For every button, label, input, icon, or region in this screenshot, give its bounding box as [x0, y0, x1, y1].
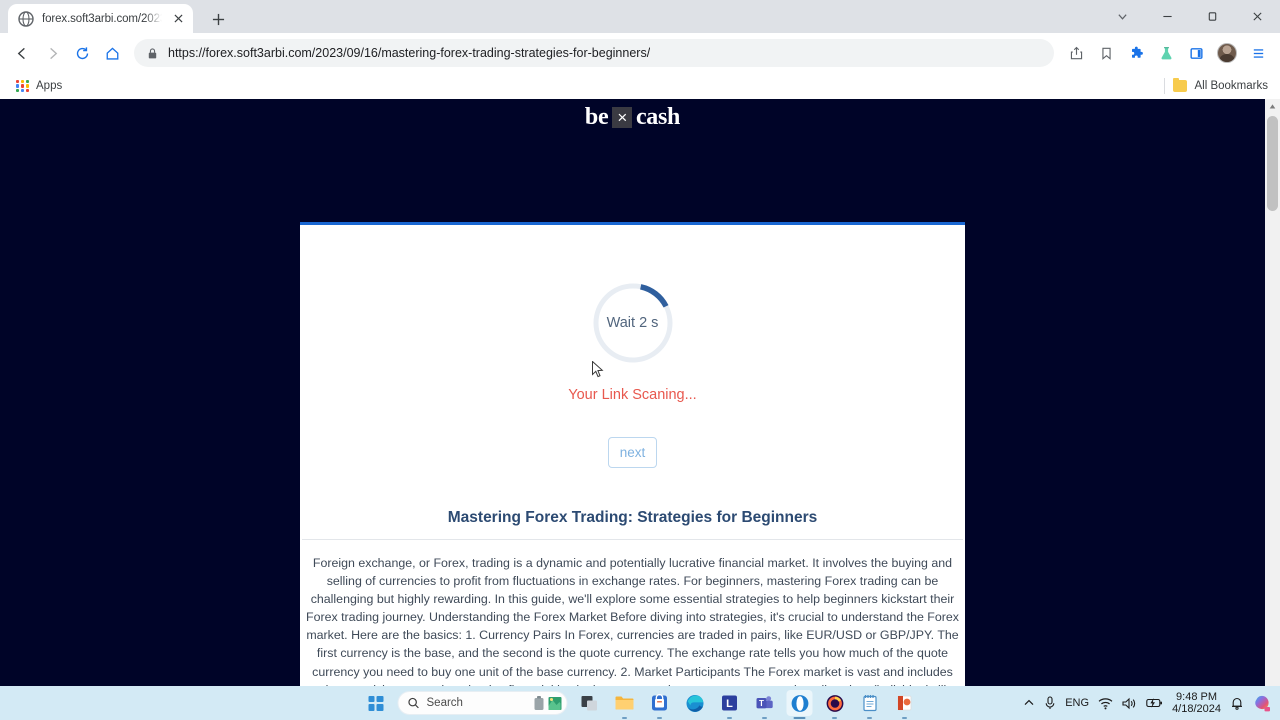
article-title: Mastering Forex Trading: Strategies for …: [447, 509, 818, 526]
window-controls: [1100, 0, 1280, 33]
bookmarks-bar: Apps All Bookmarks: [0, 73, 1280, 99]
toolbar-icon-group: [1062, 39, 1272, 67]
browser-tab[interactable]: forex.soft3arbi.com/2023/09/16: [8, 4, 193, 33]
bookmark-apps-label: Apps: [36, 80, 63, 92]
close-icon[interactable]: [1235, 0, 1280, 33]
chevron-up-icon[interactable]: [1023, 697, 1035, 709]
countdown-label: Wait 2 s: [606, 315, 659, 331]
tab-strip: forex.soft3arbi.com/2023/09/16: [0, 0, 1280, 33]
minimize-icon[interactable]: [1145, 0, 1190, 33]
lock-icon: [146, 47, 159, 60]
screen: forex.soft3arbi.com/2023/09/16: [0, 0, 1280, 720]
tab-title: forex.soft3arbi.com/2023/09/16: [42, 12, 162, 25]
share-icon[interactable]: [1062, 39, 1090, 67]
page-viewport: be × cash Wait 2 s Your Link Scaning... …: [0, 99, 1280, 686]
copilot-icon[interactable]: [1253, 694, 1272, 713]
link-scanner: Wait 2 s Your Link Scaning... next: [300, 225, 965, 468]
notification-bell-icon[interactable]: [1230, 696, 1244, 710]
microsoft-teams-icon[interactable]: T: [752, 690, 778, 716]
microsoft-edge-icon[interactable]: [682, 690, 708, 716]
next-button[interactable]: next: [608, 437, 657, 468]
clock-time: 9:48 PM: [1176, 690, 1218, 703]
file-explorer-icon[interactable]: [612, 690, 638, 716]
windows-start-icon[interactable]: [363, 690, 389, 716]
chrome-menu-icon[interactable]: [1244, 39, 1272, 67]
taskbar: Search L T ENG 9:48 PM 4/18/2024: [0, 686, 1280, 720]
search-icon: [408, 697, 419, 709]
article-body: Foreign exchange, or Forex, trading is a…: [300, 540, 965, 686]
clock-date: 4/18/2024: [1172, 703, 1221, 715]
taskbar-center-group: Search L T: [363, 690, 918, 716]
svg-text:L: L: [726, 698, 733, 710]
progress-ring: Wait 2 s: [592, 282, 674, 364]
home-icon[interactable]: [98, 39, 126, 67]
address-bar-url: https://forex.soft3arbi.com/2023/09/16/m…: [168, 46, 651, 60]
folder-icon: [1172, 77, 1187, 92]
page-scrollbar[interactable]: [1265, 99, 1280, 686]
forward-arrow-icon: [38, 39, 66, 67]
content-card: Wait 2 s Your Link Scaning... next Maste…: [300, 222, 965, 686]
speaker-icon[interactable]: [1122, 697, 1137, 710]
side-panel-icon[interactable]: [1182, 39, 1210, 67]
taskbar-search-label: Search: [426, 697, 463, 709]
maximize-icon[interactable]: [1190, 0, 1235, 33]
bookmark-apps[interactable]: Apps: [10, 78, 68, 95]
bookmark-icon[interactable]: [1092, 39, 1120, 67]
opera-browser-icon[interactable]: [786, 690, 813, 716]
tab-search-icon[interactable]: [1100, 0, 1145, 33]
wifi-icon[interactable]: [1098, 697, 1113, 710]
taskbar-search-box[interactable]: Search: [397, 691, 568, 715]
experiments-flask-icon[interactable]: [1152, 39, 1180, 67]
logo-text-right: cash: [635, 103, 681, 130]
language-indicator[interactable]: ENG: [1065, 697, 1089, 709]
divider: [1163, 78, 1165, 94]
svg-text:T: T: [759, 699, 764, 708]
browser-toolbar: https://forex.soft3arbi.com/2023/09/16/m…: [0, 33, 1280, 73]
scroll-up-arrow-icon[interactable]: [1265, 99, 1280, 114]
microsoft-store-icon[interactable]: [647, 690, 673, 716]
all-bookmarks-label[interactable]: All Bookmarks: [1195, 80, 1269, 92]
extensions-puzzle-icon[interactable]: [1122, 39, 1150, 67]
scrollbar-thumb[interactable]: [1267, 116, 1278, 211]
logo-x-symbol: ×: [612, 106, 632, 128]
address-bar[interactable]: https://forex.soft3arbi.com/2023/09/16/m…: [134, 39, 1054, 67]
system-tray: ENG 9:48 PM 4/18/2024: [1023, 691, 1272, 716]
browser-window: forex.soft3arbi.com/2023/09/16: [0, 0, 1280, 686]
logo-text-left: be: [584, 103, 609, 130]
microphone-icon[interactable]: [1044, 696, 1056, 710]
powerpoint-icon[interactable]: [892, 690, 918, 716]
apps-grid-icon: [16, 79, 29, 93]
close-tab-icon[interactable]: [170, 10, 187, 27]
taskbar-clock[interactable]: 9:48 PM 4/18/2024: [1172, 691, 1221, 716]
task-view-icon[interactable]: [577, 690, 603, 716]
notepad-icon[interactable]: [857, 690, 883, 716]
reload-icon[interactable]: [68, 39, 96, 67]
scan-status-text: Your Link Scaning...: [568, 387, 697, 403]
globe-icon: [18, 10, 34, 27]
weather-widget-icon[interactable]: [532, 695, 563, 712]
battery-charging-icon[interactable]: [1146, 697, 1163, 709]
avatar[interactable]: [1217, 43, 1237, 63]
chrome-canary-icon[interactable]: [822, 690, 848, 716]
lastpass-icon[interactable]: L: [717, 690, 743, 716]
site-logo[interactable]: be × cash: [585, 104, 680, 131]
bookmarks-bar-right: All Bookmarks: [1163, 77, 1271, 94]
new-tab-button[interactable]: [206, 7, 230, 31]
article-body-part1: Foreign exchange, or Forex, trading is a…: [306, 556, 959, 686]
site-header: be × cash: [0, 99, 1265, 135]
web-page: be × cash Wait 2 s Your Link Scaning... …: [0, 99, 1265, 686]
back-arrow-icon[interactable]: [8, 39, 36, 67]
